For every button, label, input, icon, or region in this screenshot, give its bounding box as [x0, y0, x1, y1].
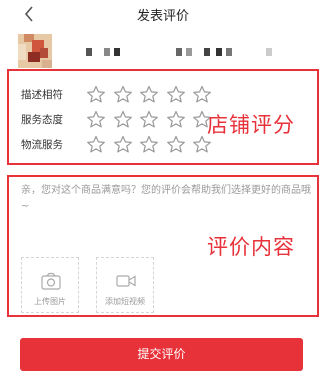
rating-row-service: 服务态度 — [21, 110, 213, 128]
rating-label: 服务态度 — [21, 113, 63, 126]
rating-row-logistics: 物流服务 — [21, 135, 213, 153]
rating-row-description: 描述相符 — [21, 85, 213, 103]
star-icon[interactable] — [138, 135, 160, 153]
submit-review-button[interactable]: 提交评价 — [20, 338, 303, 371]
page-title: 发表评价 — [136, 9, 189, 24]
rating-label: 描述相符 — [21, 88, 63, 101]
star-icon[interactable] — [85, 110, 107, 128]
star-icon[interactable] — [85, 85, 107, 103]
star-icon[interactable] — [191, 85, 213, 103]
upload-video-label: 添加短视频 — [105, 297, 145, 306]
upload-photo-label: 上传图片 — [34, 297, 66, 306]
star-icon[interactable] — [165, 110, 187, 128]
star-icon[interactable] — [112, 110, 134, 128]
star-group — [85, 110, 213, 128]
star-icon[interactable] — [85, 135, 107, 153]
product-info — [0, 30, 326, 68]
camera-icon — [41, 272, 61, 290]
shop-rating-section: 描述相符 服务态度 物流服务 店铺评分 — [7, 69, 319, 165]
star-icon[interactable] — [112, 85, 134, 103]
star-icon[interactable] — [138, 110, 160, 128]
product-name-redacted — [80, 48, 280, 56]
star-group — [85, 135, 213, 153]
section-annotation: 店铺评分 — [207, 113, 295, 137]
star-group — [85, 85, 213, 103]
video-camera-icon — [116, 272, 136, 290]
section-annotation: 评价内容 — [207, 235, 295, 259]
star-icon[interactable] — [112, 135, 134, 153]
upload-photo-button[interactable]: 上传图片 — [21, 257, 79, 313]
upload-video-button[interactable]: 添加短视频 — [96, 257, 154, 313]
star-icon[interactable] — [138, 85, 160, 103]
review-textarea[interactable]: 亲，您对这个商品满意吗？您的评价会帮助我们选择更好的商品哦~ — [21, 183, 313, 215]
header-bar: 发表评价 — [0, 0, 326, 28]
star-icon[interactable] — [165, 135, 187, 153]
review-content-section: 亲，您对这个商品满意吗？您的评价会帮助我们选择更好的商品哦~ 评价内容 上传图片… — [7, 175, 319, 317]
rating-label: 物流服务 — [21, 138, 63, 151]
product-thumbnail — [18, 34, 52, 68]
star-icon[interactable] — [165, 85, 187, 103]
